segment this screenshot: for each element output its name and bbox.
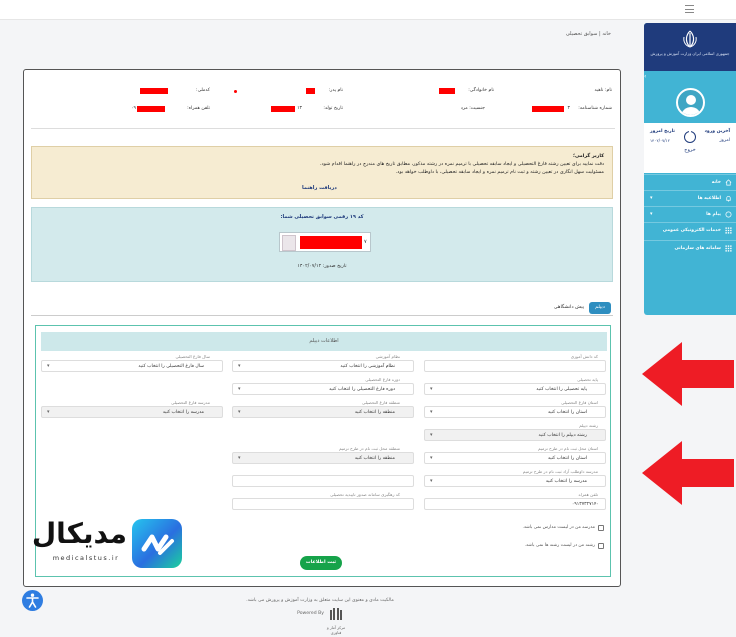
medical-logo-icon: [132, 519, 182, 568]
sidebar-collapse-icon[interactable]: ‹: [644, 73, 650, 81]
chevron-down-icon: ▾: [47, 409, 50, 415]
grid-icon: [725, 227, 732, 234]
first-name-field: نام: ناهید: [594, 88, 612, 93]
tracking-code-display: ۷: [279, 232, 371, 252]
chevron-down-icon: ▾: [238, 409, 241, 415]
graduation-province-select[interactable]: استان را انتخاب کنید ▾: [424, 406, 606, 418]
chevron-down-icon: ▾: [47, 363, 50, 369]
id-number-label: شماره شناسنامه:: [578, 106, 612, 111]
chevron-down-icon: ▾: [430, 386, 433, 392]
birth-date-redacted: [271, 106, 295, 112]
phone-input[interactable]: ۰۹۱۳۷۳۲۷۱۴۰: [424, 498, 606, 510]
graduation-year-select[interactable]: سال فارغ التحصیلی را انتخاب کنید ▾: [41, 360, 223, 372]
chevron-down-icon: ▾: [430, 478, 433, 484]
sidebar-item-home[interactable]: خانه: [644, 174, 736, 190]
last-name-label: نام خانوادگی:: [468, 88, 494, 93]
org-name: مرکز آمار و فناوری: [326, 625, 346, 635]
graduation-period-select[interactable]: دوره فارغ التحصیلی را انتخاب کنید ▾: [232, 383, 414, 395]
sidebar-item-public-services[interactable]: خدمات الکترونیکی عمومی: [644, 222, 736, 240]
graduation-school-select[interactable]: مدرسه را انتخاب کنید ▾: [41, 406, 223, 418]
sidebar-user-info: آخرین ورود امروز تاریخ امروز ۱۴۰۲/۰۷/۱۲ …: [644, 123, 736, 173]
download-guide-link[interactable]: دریافت راهنما: [302, 185, 337, 191]
last-login-value: امروز: [719, 138, 731, 143]
sidebar-header: جمهوری اسلامی ایران وزارت آموزش و پرورش: [644, 23, 736, 71]
avatar: [676, 88, 705, 117]
notice-title: کاربر گرامی؛: [573, 154, 604, 159]
sidebar-item-announcements[interactable]: اطلاعیه ها ▾: [644, 190, 736, 206]
tracking-code-input[interactable]: [232, 498, 414, 510]
breadcrumb-home[interactable]: خانه: [602, 31, 611, 37]
document-icon: [282, 235, 296, 251]
hamburger-menu-icon[interactable]: [685, 5, 694, 13]
logout-button[interactable]: خروج: [677, 147, 703, 153]
chevron-down-icon: ▾: [650, 195, 653, 201]
notice-line-1: دقت نمایید برای تعیین رشته فارغ التحصیلی…: [319, 162, 604, 167]
accessibility-button[interactable]: [22, 590, 43, 611]
emblem-text: جمهوری اسلامی ایران وزارت آموزش و پرورش: [650, 51, 730, 56]
tracking-code-redacted: [300, 236, 362, 249]
footer-copyright: مالکیت مادی و معنوی این سایت متعلق به وز…: [246, 598, 394, 603]
form-header: اطلاعات دیپلم: [41, 332, 607, 351]
grid-icon: [725, 245, 732, 252]
registration-province-select[interactable]: استان را انتخاب کنید ▾: [424, 452, 606, 464]
notice-box: کاربر گرامی؛ دقت نمایید برای تعیین رشته …: [31, 146, 613, 199]
date-value: ۱۴۰۲/۰۷/۱۲: [650, 138, 670, 143]
id-number-redacted: [532, 106, 564, 112]
sidebar-item-org-systems[interactable]: سامانه های سازمانی: [644, 240, 736, 258]
school-not-listed-checkbox[interactable]: [598, 525, 604, 531]
registration-school-select[interactable]: مدرسه را انتخاب کنید ▾: [424, 475, 606, 487]
red-arrow-icon: [642, 342, 734, 406]
major-not-listed-checkbox[interactable]: [598, 543, 604, 549]
home-icon: [725, 179, 732, 186]
registration-region-select[interactable]: منطقه را انتخاب کنید ▾: [232, 452, 414, 464]
chevron-down-icon: ▾: [650, 211, 653, 217]
chevron-down-icon: ▾: [430, 432, 433, 438]
tracking-code-box: کد ۱۹ رقمی سوابق تحصیلی شما: ۷ تاریخ صدو…: [31, 207, 613, 282]
sidebar-item-messages[interactable]: پیام ها ▾: [644, 206, 736, 222]
student-code-input[interactable]: [424, 360, 606, 372]
breadcrumb-current: سوابق تحصیلی: [565, 31, 598, 37]
main-panel: نام: ناهید نام خانوادگی: نام پدر: کدملی:…: [23, 69, 621, 587]
registration-extra-input[interactable]: [232, 475, 414, 487]
breadcrumb: خانه | سوابق تحصیلی: [565, 31, 611, 37]
grade-select[interactable]: پایه تحصیلی را انتخاب کنید ▾: [424, 383, 606, 395]
phone-label: تلفن همراه:: [187, 106, 210, 111]
submit-button[interactable]: ثبت اطلاعات: [300, 556, 342, 570]
top-bar: [0, 0, 736, 20]
issue-date: تاریخ صدور: ۱۴۰۲/۰۷/۱۲: [297, 264, 347, 269]
chevron-down-icon: ▾: [238, 363, 241, 369]
diploma-major-select[interactable]: رشته دیپلم را انتخاب کنید ▾: [424, 429, 606, 441]
accessibility-icon: [26, 593, 39, 608]
tab-pre-university[interactable]: پیش دانشگاهی: [550, 302, 588, 314]
chevron-down-icon: ▾: [430, 409, 433, 415]
gender-field: جنسیت: مرد: [460, 106, 485, 111]
date-label: تاریخ امروز: [650, 129, 675, 134]
emblem-icon: [683, 30, 697, 48]
father-name-label: نام پدر:: [328, 88, 343, 93]
national-code-label: کدملی:: [196, 88, 210, 93]
graduation-region-select[interactable]: منطقه را انتخاب کنید ▾: [232, 406, 414, 418]
last-name-redacted: [439, 88, 455, 94]
chevron-down-icon: ▾: [430, 455, 433, 461]
national-code-redacted: [140, 88, 168, 94]
watermark-brand: مدیکال: [31, 517, 127, 550]
phone-redacted: [137, 106, 165, 112]
chevron-down-icon: ▾: [238, 386, 241, 392]
message-icon: [725, 211, 732, 218]
watermark-url: medicalstus.ir: [52, 554, 120, 562]
bell-icon: [726, 196, 731, 202]
notice-line-2: مسئولیت سهل انگاری در تعیین رشته و ثبت ن…: [395, 170, 604, 175]
sidebar: جمهوری اسلامی ایران وزارت آموزش و پرورش …: [644, 23, 736, 315]
education-system-select[interactable]: نظام آموزشی را انتخاب کنید ▾: [232, 360, 414, 372]
birth-date-label: تاریخ تولد:: [323, 106, 343, 111]
chevron-down-icon: ▾: [238, 455, 241, 461]
father-name-redacted: [306, 88, 315, 94]
last-login-label: آخرین ورود: [704, 129, 730, 134]
tracking-code-title: کد ۱۹ رقمی سوابق تحصیلی شما:: [280, 214, 364, 220]
red-arrow-icon: [642, 441, 734, 505]
org-logo-icon: [330, 608, 342, 620]
tab-diploma[interactable]: دیپلم: [589, 302, 611, 314]
powered-by: Powered By: [297, 611, 324, 616]
